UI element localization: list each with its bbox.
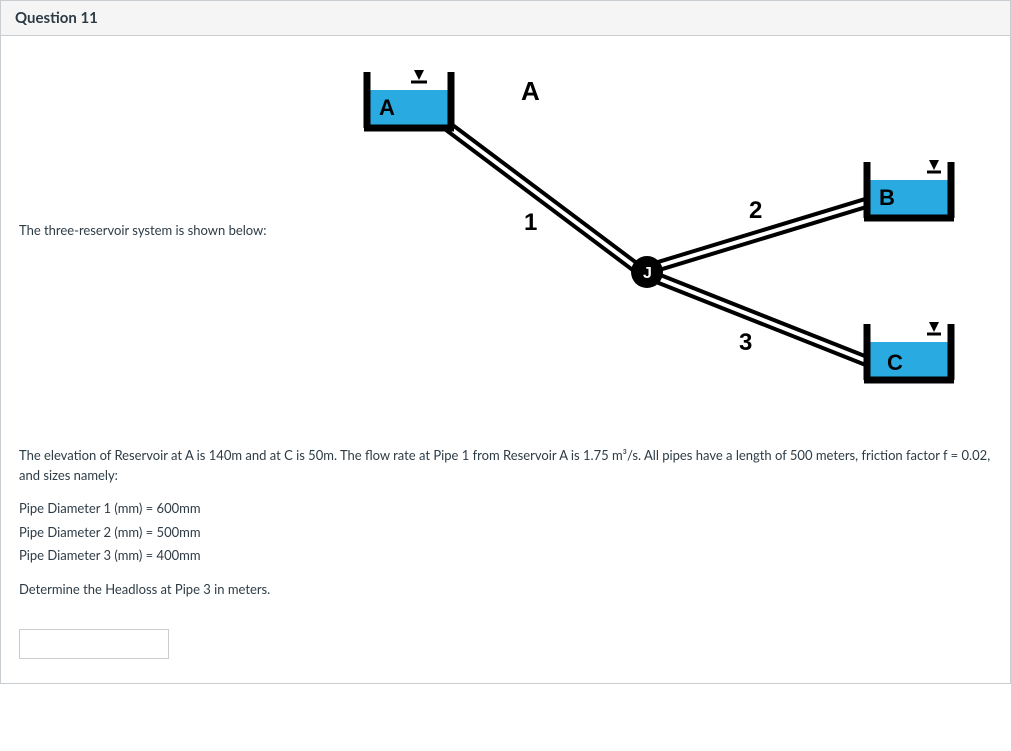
question-number: Question 11 [15,9,98,27]
svg-text:J: J [643,265,652,282]
junction-j: J [631,256,663,288]
reservoir-c-label: C [887,350,903,375]
question-body: The three-reservoir system is shown belo… [1,36,1010,683]
question-card: Question 11 The three-reservoir system i… [0,0,1011,684]
reservoir-b: B [864,160,954,218]
pipe-d2: Pipe Diameter 2 (mm) = 500mm [19,523,992,543]
intro-text: The three-reservoir system is shown belo… [19,222,349,238]
three-reservoir-diagram: A B [349,50,969,410]
pipe-1 [442,122,642,272]
question-header: Question 11 [1,0,1010,36]
question-prompt: Determine the Headloss at Pipe 3 in mete… [19,580,992,600]
reservoir-a-label: A [379,95,395,120]
answer-input[interactable] [19,629,169,659]
reservoir-c: C [864,322,954,380]
pipe-d3: Pipe Diameter 3 (mm) = 400mm [19,546,992,566]
figure-wrap: A B [349,50,992,410]
reservoir-a: A [364,70,454,128]
label-pipe-1: 1 [524,209,537,236]
label-pipe-3: 3 [739,329,752,356]
label-pipe-2: 2 [749,197,762,224]
detail-para: The elevation of Reservoir at A is 140m … [19,446,992,485]
figure-row: The three-reservoir system is shown belo… [19,50,992,410]
pipe-d1: Pipe Diameter 1 (mm) = 600mm [19,499,992,519]
detail-block: The elevation of Reservoir at A is 140m … [19,446,992,659]
reservoir-b-label: B [879,185,895,210]
pipe-3 [652,276,869,362]
label-a-external: A [521,76,540,106]
